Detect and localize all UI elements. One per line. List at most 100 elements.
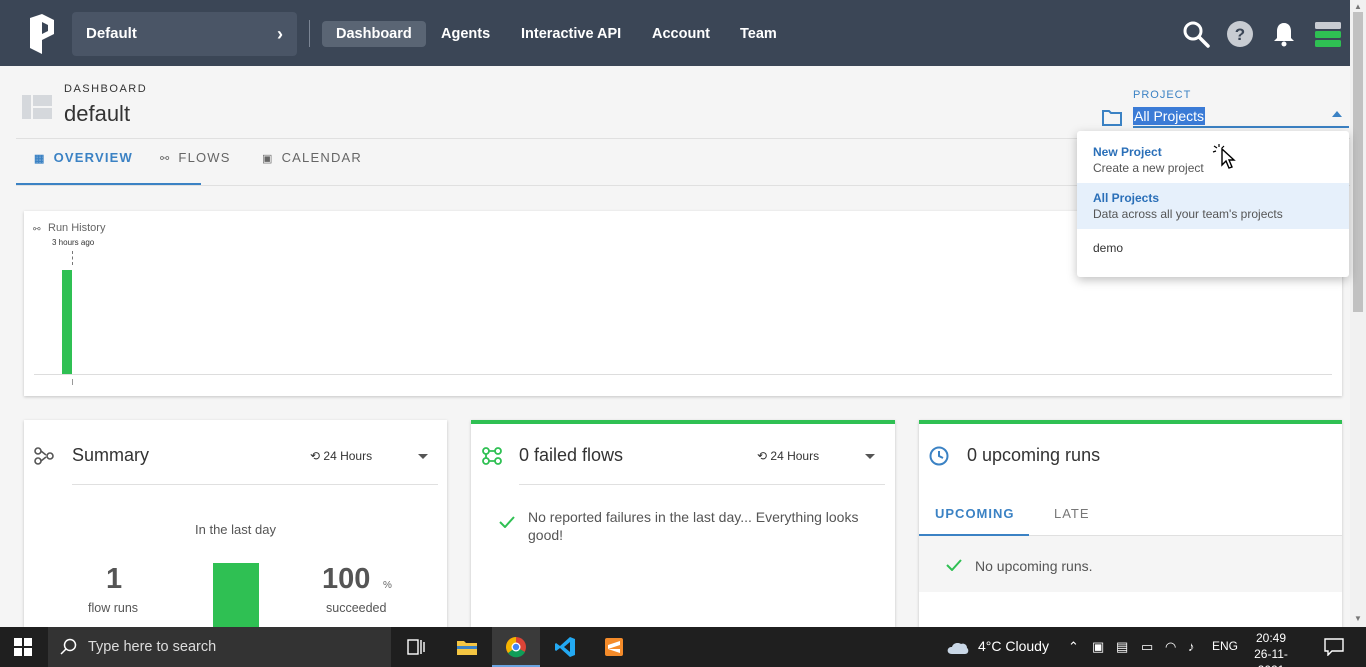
caret-down-icon[interactable] bbox=[418, 454, 428, 459]
period-value: 24 Hours bbox=[323, 449, 373, 463]
flow-runs-label: flow runs bbox=[88, 601, 139, 615]
chevron-right-icon: › bbox=[277, 24, 283, 44]
sublime-icon bbox=[605, 638, 623, 656]
tab-calendar[interactable]: ▣ CALENDAR bbox=[262, 150, 362, 176]
folder-icon bbox=[1102, 110, 1122, 126]
volume-icon[interactable]: ♪ bbox=[1188, 639, 1195, 654]
server-status-icon[interactable] bbox=[1314, 20, 1342, 48]
axis-tick bbox=[72, 379, 73, 385]
run-history-axis bbox=[34, 374, 1332, 375]
menu-item-all-projects[interactable]: All Projects Data across all your team's… bbox=[1077, 183, 1349, 229]
run-history-title: Run History bbox=[48, 222, 106, 234]
time-marker bbox=[72, 251, 73, 265]
calendar-icon: ▣ bbox=[262, 153, 274, 165]
nav-interactive-api[interactable]: Interactive API bbox=[507, 21, 635, 47]
team-selector[interactable]: Default › bbox=[72, 12, 297, 56]
task-view-icon bbox=[407, 639, 425, 655]
vscode-icon bbox=[555, 637, 575, 657]
tab-flows[interactable]: ⚯ FLOWS bbox=[160, 150, 231, 176]
tab-upcoming[interactable]: UPCOMING bbox=[935, 506, 1015, 521]
run-bar[interactable] bbox=[62, 270, 72, 374]
overview-icon: ▦ bbox=[34, 153, 46, 165]
scroll-down-icon[interactable]: ▼ bbox=[1354, 614, 1362, 623]
upcoming-runs-message: No upcoming runs. bbox=[975, 558, 1093, 574]
windows-start-icon[interactable] bbox=[14, 638, 32, 656]
upcoming-runs-title: 0 upcoming runs bbox=[967, 445, 1101, 465]
check-icon bbox=[499, 516, 515, 528]
clock-date: 26-11-2021 bbox=[1254, 647, 1288, 667]
clock-time: 20:49 bbox=[1255, 631, 1287, 645]
percent-unit: % bbox=[383, 580, 392, 591]
sublime-button[interactable] bbox=[590, 627, 638, 667]
scroll-up-icon[interactable]: ▲ bbox=[1354, 2, 1362, 11]
page-scrollbar[interactable]: ▲ ▼ bbox=[1350, 0, 1366, 627]
taskbar-search-placeholder: Type here to search bbox=[88, 639, 217, 655]
period-value: 24 Hours bbox=[770, 449, 820, 463]
summary-title: Summary bbox=[72, 445, 150, 465]
svg-text:?: ? bbox=[1235, 25, 1245, 44]
flows-icon: ⚯ bbox=[33, 224, 41, 234]
nav-account[interactable]: Account bbox=[638, 21, 724, 47]
history-icon: ⟲ bbox=[757, 449, 768, 463]
succeeded-label: succeeded bbox=[326, 601, 387, 615]
vscode-button[interactable] bbox=[541, 627, 589, 667]
failed-flows-message: No reported failures in the last day... … bbox=[528, 509, 859, 543]
clock-icon bbox=[929, 446, 949, 466]
chrome-button[interactable] bbox=[492, 627, 540, 667]
caret-down-icon[interactable] bbox=[865, 454, 875, 459]
upcoming-runs-card: 0 upcoming runs UPCOMING LATE No upcomin… bbox=[919, 420, 1342, 627]
task-view-button[interactable] bbox=[392, 627, 440, 667]
run-history-time-label: 3 hours ago bbox=[52, 238, 95, 247]
flows-icon bbox=[482, 447, 502, 465]
taskbar-search-box[interactable]: Type here to search bbox=[48, 627, 391, 667]
scrollbar-thumb[interactable] bbox=[1353, 12, 1363, 312]
project-select-underline bbox=[1133, 126, 1349, 128]
network-adapter-icon[interactable]: ▤ bbox=[1116, 639, 1128, 655]
project-select-input[interactable]: All Projects bbox=[1133, 107, 1206, 125]
check-icon bbox=[946, 559, 962, 571]
active-tab-indicator bbox=[16, 183, 201, 185]
prefect-logo-icon[interactable] bbox=[28, 14, 56, 54]
success-percent: 100 bbox=[322, 563, 371, 595]
chevron-up-icon[interactable]: ⌃ bbox=[1068, 639, 1079, 655]
project-select-label: PROJECT bbox=[1133, 89, 1192, 101]
nav-dashboard[interactable]: Dashboard bbox=[322, 21, 426, 47]
language-indicator[interactable]: ENG bbox=[1212, 639, 1238, 653]
period-select[interactable]: ⟲ 24 Hours bbox=[310, 449, 372, 463]
windows-taskbar: Type here to search 4°C Cloudy ⌃ ▣ ▤ ▭ ◠… bbox=[0, 627, 1366, 667]
search-icon[interactable] bbox=[1182, 20, 1210, 48]
flows-icon: ⚯ bbox=[160, 153, 171, 165]
failed-flows-card: 0 failed flows ⟲ 24 Hours No reported fa… bbox=[471, 420, 895, 627]
wifi-icon[interactable]: ◠ bbox=[1165, 639, 1176, 655]
meet-icon[interactable]: ▣ bbox=[1092, 639, 1104, 655]
menu-item-demo[interactable]: demo bbox=[1077, 241, 1349, 265]
mouse-cursor-icon bbox=[1212, 144, 1236, 169]
summary-card: Summary ⟲ 24 Hours In the last day 1 flo… bbox=[24, 420, 447, 627]
chrome-icon bbox=[506, 637, 526, 658]
nav-team[interactable]: Team bbox=[726, 21, 791, 47]
tab-overview[interactable]: ▦ OVERVIEW bbox=[34, 150, 133, 176]
flow-runs-count: 1 bbox=[106, 563, 123, 595]
nav-agents[interactable]: Agents bbox=[427, 21, 504, 47]
folder-icon bbox=[457, 641, 477, 655]
history-icon: ⟲ bbox=[310, 449, 321, 463]
tab-overview-label: OVERVIEW bbox=[53, 150, 134, 165]
caret-up-icon[interactable] bbox=[1332, 111, 1342, 117]
tab-late[interactable]: LATE bbox=[1054, 506, 1090, 521]
page-title: default bbox=[64, 101, 131, 126]
success-bar bbox=[213, 563, 259, 627]
flows-icon bbox=[34, 447, 54, 465]
notifications-icon[interactable] bbox=[1324, 638, 1344, 656]
period-select[interactable]: ⟲ 24 Hours bbox=[757, 449, 819, 463]
menu-item-title: demo bbox=[1093, 241, 1124, 255]
search-icon bbox=[60, 638, 77, 655]
file-explorer-button[interactable] bbox=[443, 627, 491, 667]
weather-text[interactable]: 4°C Cloudy bbox=[978, 638, 1049, 654]
nav-divider bbox=[309, 20, 310, 47]
summary-subtitle: In the last day bbox=[195, 522, 276, 537]
bell-icon[interactable] bbox=[1270, 20, 1298, 48]
taskbar-clock[interactable]: 20:49 26-11-2021 bbox=[1246, 630, 1296, 667]
top-nav: Default › Dashboard Agents Interactive A… bbox=[0, 0, 1350, 66]
help-icon[interactable]: ? bbox=[1226, 20, 1254, 48]
battery-icon[interactable]: ▭ bbox=[1141, 639, 1153, 655]
